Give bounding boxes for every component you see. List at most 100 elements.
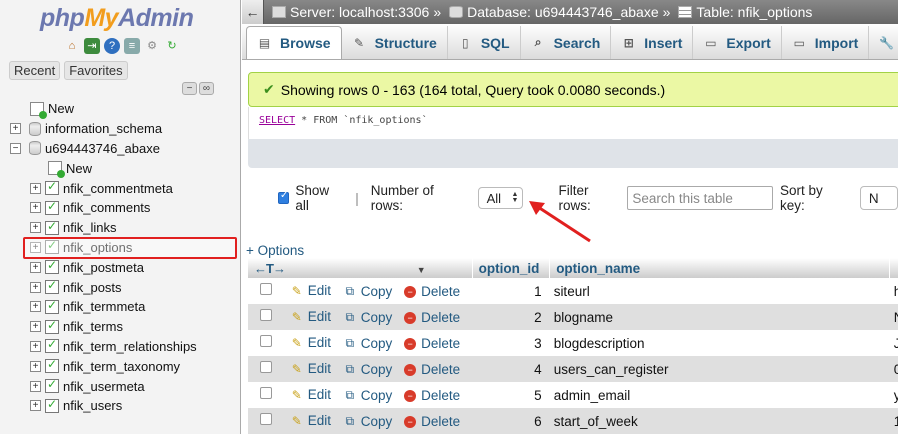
delete-link[interactable]: − Delete xyxy=(404,310,460,325)
header-option-id[interactable]: option_id xyxy=(472,258,551,278)
filter-rows-input[interactable]: Search this table xyxy=(627,186,774,210)
tree-db-u694443746-abaxe[interactable]: − u694443746_abaxe xyxy=(0,139,240,159)
cell-option-name[interactable]: users_can_register xyxy=(549,356,890,382)
delete-link[interactable]: − Delete xyxy=(404,388,460,403)
expand-icon[interactable]: + xyxy=(30,301,41,313)
browse-table-icon[interactable] xyxy=(45,298,59,314)
dropdown-arrow-icon[interactable]: ▼ xyxy=(417,265,426,275)
row-checkbox[interactable] xyxy=(260,282,272,295)
cell-option-name[interactable]: siteurl xyxy=(549,278,890,304)
help-icon[interactable]: ? xyxy=(104,38,120,54)
browse-table-icon[interactable] xyxy=(45,258,59,275)
reload-icon[interactable]: ↻ xyxy=(164,38,180,54)
cell-option-id[interactable]: 5 xyxy=(472,382,550,408)
row-checkbox[interactable] xyxy=(260,386,272,399)
browse-table-icon[interactable] xyxy=(45,219,59,235)
link-icon[interactable]: ∞ xyxy=(199,82,214,95)
edit-link[interactable]: ✎ Edit xyxy=(290,413,331,428)
browse-table-icon[interactable] xyxy=(45,357,59,374)
tree-table-nfik-postmeta[interactable]: + nfik_postmeta xyxy=(0,257,240,277)
tree-table-nfik-termmeta[interactable]: + nfik_termmeta xyxy=(0,297,240,317)
breadcrumb-database[interactable]: Database: u694443746_abaxe » xyxy=(449,4,670,20)
tree-table-nfik-term-taxonomy[interactable]: + nfik_term_taxonomy xyxy=(0,356,240,376)
edit-link[interactable]: ✎ Edit xyxy=(290,335,331,350)
expand-icon[interactable]: + xyxy=(30,400,41,412)
cell-option-value[interactable]: h xyxy=(889,278,898,304)
phpmyadmin-logo[interactable]: phpMyAdmin xyxy=(40,4,194,33)
cell-option-id[interactable]: 3 xyxy=(472,330,550,356)
header-option-name[interactable]: option_name xyxy=(549,258,891,278)
docs-icon[interactable]: ≡ xyxy=(124,38,140,54)
exit-icon[interactable]: ⇥ xyxy=(84,38,100,54)
browse-table-icon[interactable] xyxy=(45,397,59,413)
breadcrumb-table[interactable]: Table: nfik_options xyxy=(678,4,812,20)
row-checkbox[interactable] xyxy=(260,412,272,425)
tree-table-nfik-terms[interactable]: + nfik_terms xyxy=(0,317,240,337)
breadcrumb-server[interactable]: Server: localhost:3306 » xyxy=(272,4,441,20)
expand-icon[interactable]: + xyxy=(30,340,41,352)
edit-link[interactable]: ✎ Edit xyxy=(290,387,331,402)
browse-table-icon[interactable] xyxy=(45,318,59,334)
delete-link[interactable]: − Delete xyxy=(404,414,460,429)
tree-table-nfik-usermeta[interactable]: + nfik_usermeta xyxy=(0,376,240,396)
cell-option-value[interactable]: y xyxy=(889,382,898,408)
edit-link[interactable]: ✎ Edit xyxy=(290,309,331,324)
tree-table-nfik-term-relationships[interactable]: + nfik_term_relationships xyxy=(0,337,240,357)
tree-table-nfik-comments[interactable]: + nfik_comments xyxy=(0,198,240,218)
browse-table-icon[interactable] xyxy=(45,337,59,354)
cell-option-value[interactable]: 0 xyxy=(889,356,898,382)
expand-icon[interactable]: + xyxy=(10,123,21,135)
tab-import[interactable]: ▭ Import xyxy=(782,26,870,59)
tab-more[interactable]: 🔧 xyxy=(869,26,898,59)
edit-link[interactable]: ✎ Edit xyxy=(290,283,331,298)
expand-icon[interactable]: + xyxy=(30,182,41,194)
browse-table-icon[interactable] xyxy=(45,377,59,394)
delete-link[interactable]: − Delete xyxy=(404,284,460,299)
tree-new-table[interactable]: New xyxy=(0,158,240,179)
tree-table-nfik-users[interactable]: + nfik_users xyxy=(0,396,240,416)
sort-by-key-select[interactable]: N xyxy=(859,186,898,210)
expand-icon[interactable]: + xyxy=(30,281,41,293)
cell-option-id[interactable]: 2 xyxy=(472,304,550,330)
arrows-icon[interactable]: ←T→ xyxy=(254,261,286,276)
copy-link[interactable]: ⧉ Copy xyxy=(343,284,393,299)
delete-link[interactable]: − Delete xyxy=(404,362,460,377)
copy-link[interactable]: ⧉ Copy xyxy=(343,414,393,429)
row-checkbox[interactable] xyxy=(260,308,272,321)
collapse-icon[interactable]: − xyxy=(10,142,21,154)
cell-option-name[interactable]: admin_email xyxy=(549,382,890,408)
home-icon[interactable]: ⌂ xyxy=(64,38,80,54)
show-all-checkbox[interactable] xyxy=(278,190,290,204)
cell-option-id[interactable]: 6 xyxy=(472,408,550,434)
copy-link[interactable]: ⧉ Copy xyxy=(343,388,393,403)
edit-link[interactable]: ✎ Edit xyxy=(290,361,331,376)
row-checkbox[interactable] xyxy=(260,334,272,347)
options-link[interactable]: + Options xyxy=(246,243,304,258)
cell-option-value[interactable]: 1 xyxy=(889,408,898,434)
delete-link[interactable]: − Delete xyxy=(404,336,460,351)
tree-table-nfik-commentmeta[interactable]: + nfik_commentmeta xyxy=(0,178,240,198)
expand-icon[interactable]: + xyxy=(30,321,41,333)
tab-browse[interactable]: ▤ Browse xyxy=(246,26,342,59)
cell-option-id[interactable]: 4 xyxy=(472,356,550,382)
recent-tab[interactable]: Recent xyxy=(9,61,61,80)
cell-option-name[interactable]: blogname xyxy=(549,304,890,330)
back-arrow-icon[interactable]: ← xyxy=(242,0,264,24)
copy-link[interactable]: ⧉ Copy xyxy=(343,362,393,377)
cell-option-name[interactable]: blogdescription xyxy=(549,330,890,356)
collapse-all-icon[interactable]: − xyxy=(182,82,197,95)
sql-query-box[interactable]: SELECT * FROM `nfik_options` xyxy=(248,107,898,139)
browse-table-icon[interactable] xyxy=(45,179,59,196)
cell-option-name[interactable]: start_of_week xyxy=(549,408,890,434)
sql-keyword-select[interactable]: SELECT xyxy=(259,115,295,126)
browse-table-icon[interactable] xyxy=(45,278,59,295)
copy-link[interactable]: ⧉ Copy xyxy=(343,310,393,325)
tab-export[interactable]: ▭ Export xyxy=(693,26,782,59)
tree-db-information-schema[interactable]: + information_schema xyxy=(0,119,240,139)
tab-insert[interactable]: ⊞ Insert xyxy=(611,26,694,59)
expand-icon[interactable]: + xyxy=(30,222,41,234)
expand-icon[interactable]: + xyxy=(30,380,41,392)
expand-icon[interactable]: + xyxy=(30,202,41,214)
cell-option-id[interactable]: 1 xyxy=(472,278,550,304)
tree-table-nfik-links[interactable]: + nfik_links xyxy=(0,218,240,238)
